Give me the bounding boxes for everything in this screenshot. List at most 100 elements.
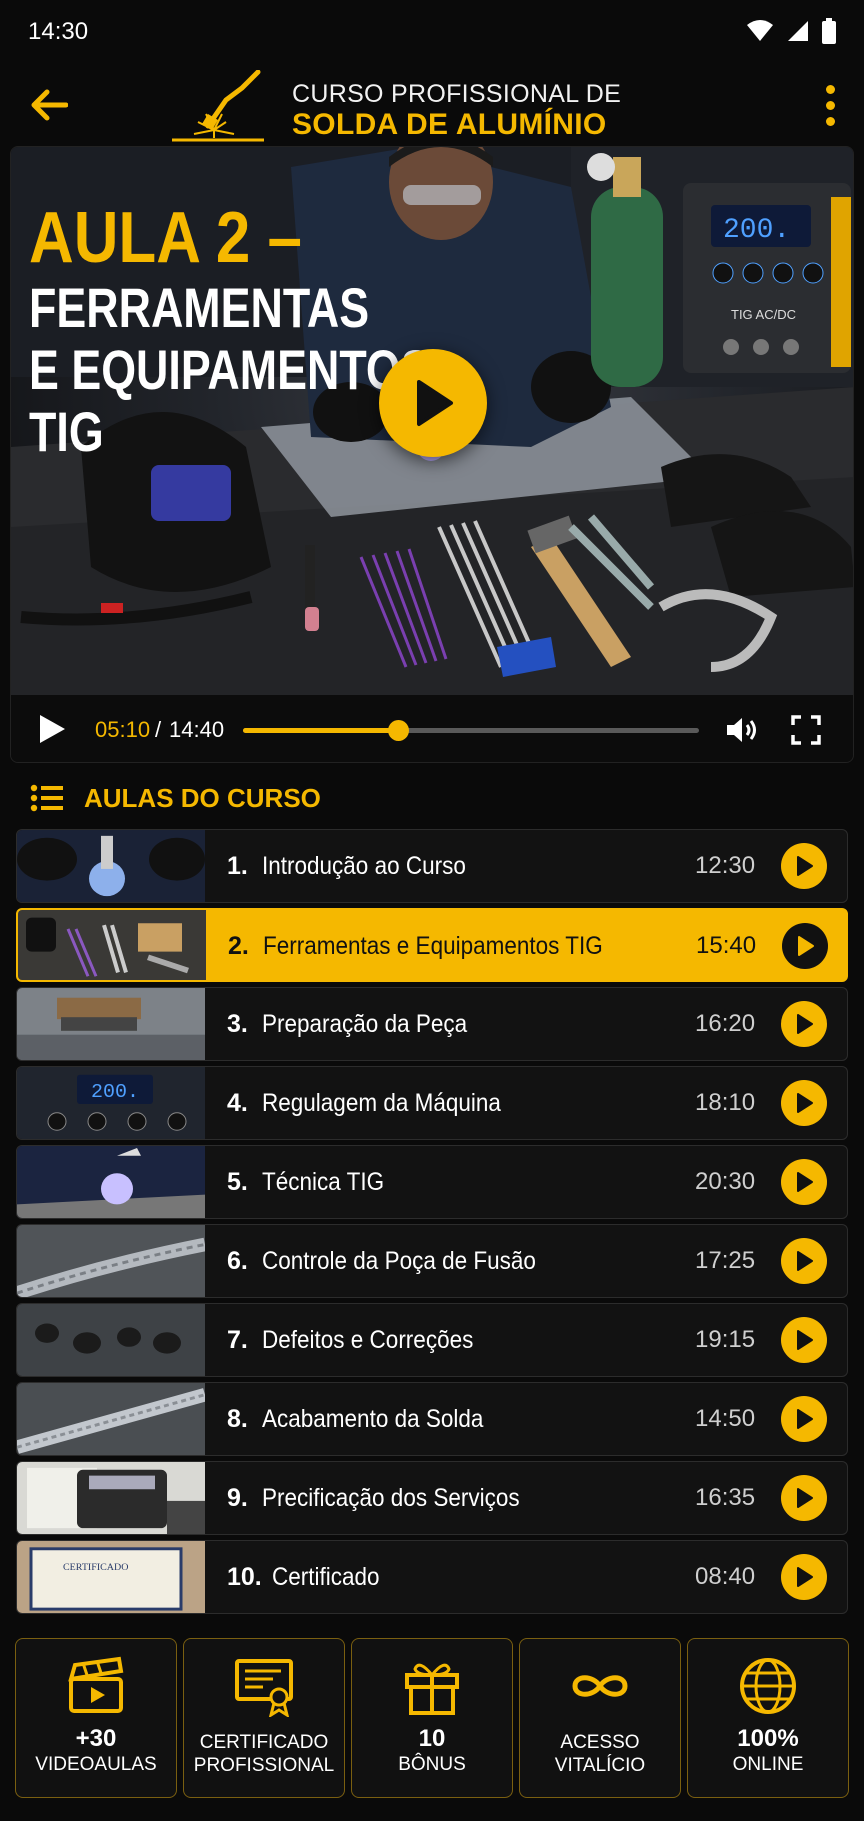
status-time: 14:30 — [28, 18, 89, 45]
play-icon — [797, 1251, 813, 1271]
welding-torch-logo-icon — [172, 70, 264, 142]
lesson-title: Regulagem da Máquina — [262, 1089, 501, 1117]
lesson-duration: 18:10 — [695, 1089, 756, 1116]
lesson-duration: 14:50 — [695, 1405, 756, 1432]
play-icon — [797, 1567, 813, 1587]
lesson-row[interactable]: 200. 4. Regulagem da Máquina 18:10 — [16, 1066, 848, 1140]
battery-icon — [822, 18, 836, 44]
lesson-duration: 16:20 — [695, 1010, 756, 1037]
lesson-number: 4. — [227, 1089, 248, 1117]
section-title: AULAS DO CURSO — [84, 782, 321, 813]
feature-label: ACESSO — [560, 1732, 640, 1753]
video-title-line4: TIG — [29, 400, 104, 463]
feature-label-line2: PROFISSIONAL — [193, 1755, 335, 1776]
lesson-play-button[interactable] — [782, 923, 828, 969]
play-icon — [797, 1409, 813, 1429]
lesson-duration: 16:35 — [695, 1484, 756, 1511]
video-title-line2: FERRAMENTAS — [29, 276, 370, 339]
features-bar: +30 VIDEOAULAS CERTIFICADO PROFISSIONAL 10 BÔ… — [15, 1638, 849, 1798]
feature-value: +30 — [75, 1725, 117, 1752]
wifi-icon — [747, 20, 773, 41]
lesson-number: 10. — [227, 1563, 262, 1591]
lesson-duration: 19:15 — [695, 1326, 756, 1353]
play-icon — [797, 1093, 813, 1113]
feature-label: VIDEOAULAS — [35, 1754, 157, 1775]
volume-icon[interactable] — [725, 715, 759, 745]
lesson-list: 1. Introdução ao Curso 12:30 2. Ferramentas … — [16, 829, 848, 1619]
video-title-line3: E EQUIPAMENTOS — [29, 338, 431, 401]
lesson-row[interactable]: 2. Ferramentas e Equipamentos TIG 15:40 — [16, 908, 848, 982]
lesson-number: 8. — [227, 1405, 248, 1433]
progress-bar[interactable] — [243, 720, 699, 741]
feature-label: CERTIFICADO — [199, 1732, 329, 1753]
globe-icon — [740, 1658, 796, 1714]
lesson-number: 6. — [227, 1247, 248, 1275]
time-separator: / — [155, 717, 162, 742]
lesson-play-button[interactable] — [781, 1554, 827, 1600]
play-icon — [417, 380, 453, 426]
lesson-thumbnail — [17, 1146, 205, 1218]
lesson-number: 3. — [227, 1010, 248, 1038]
lesson-number: 2. — [228, 932, 249, 960]
feature-value: 10 — [418, 1725, 446, 1752]
feature-value: 100% — [737, 1725, 799, 1752]
more-options-button[interactable] — [810, 78, 850, 132]
list-icon — [30, 784, 63, 812]
video-title-lesson: AULA 2 – — [29, 198, 302, 278]
lesson-number: 1. — [227, 852, 248, 880]
lesson-play-button[interactable] — [781, 1159, 827, 1205]
lesson-duration: 20:30 — [695, 1168, 756, 1195]
play-icon — [797, 1014, 813, 1034]
video-frame[interactable]: 200. TIG AC/DC AULA 2 – FERRAMENTAS E EQ… — [11, 147, 853, 695]
app-header: CURSO PROFISSIONAL DE SOLDA DE ALUMÍNIO — [0, 64, 864, 146]
lesson-duration: 15:40 — [696, 932, 757, 959]
video-title-subject: FERRAMENTAS E EQUIPAMENTOS TIG — [29, 277, 431, 463]
status-icons — [746, 18, 836, 44]
feature-card: ACESSO VITALÍCIO — [519, 1638, 681, 1798]
lesson-title: Defeitos e Correções — [262, 1326, 474, 1354]
lesson-row[interactable]: 5. Técnica TIG 20:30 — [16, 1145, 848, 1219]
lesson-duration: 12:30 — [695, 852, 756, 879]
infinity-icon — [572, 1675, 628, 1697]
play-icon[interactable] — [37, 713, 67, 745]
lesson-title: Precificação dos Serviços — [262, 1484, 520, 1512]
lesson-row[interactable]: 1. Introdução ao Curso 12:30 — [16, 829, 848, 903]
lesson-number: 9. — [227, 1484, 248, 1512]
lesson-play-button[interactable] — [781, 1238, 827, 1284]
lesson-play-button[interactable] — [781, 1001, 827, 1047]
arrow-left-icon — [31, 89, 68, 121]
lesson-play-button[interactable] — [781, 1475, 827, 1521]
lesson-row[interactable]: 9. Precificação dos Serviços 16:35 — [16, 1461, 848, 1535]
clapperboard-icon — [68, 1656, 124, 1713]
lesson-number: 5. — [227, 1168, 248, 1196]
progress-thumb[interactable] — [387, 720, 409, 741]
lesson-title: Ferramentas e Equipamentos TIG — [263, 932, 603, 960]
lesson-thumbnail — [17, 1462, 205, 1534]
total-time: 14:40 — [169, 717, 225, 742]
lesson-row[interactable]: 6. Controle da Poça de Fusão 17:25 — [16, 1224, 848, 1298]
lesson-row[interactable]: 8. Acabamento da Solda 14:50 — [16, 1382, 848, 1456]
center-play-button[interactable] — [379, 349, 487, 457]
lesson-duration: 08:40 — [695, 1563, 756, 1590]
lesson-title: Certificado — [272, 1563, 380, 1591]
header-title-line1: CURSO PROFISSIONAL DE — [292, 80, 622, 108]
back-button[interactable] — [24, 80, 74, 130]
lesson-title: Introdução ao Curso — [262, 852, 466, 880]
lesson-play-button[interactable] — [781, 1396, 827, 1442]
current-time: 05:10 — [95, 717, 151, 742]
lesson-play-button[interactable] — [781, 843, 827, 889]
machine-label-text: TIG AC/DC — [731, 307, 796, 322]
lesson-play-button[interactable] — [781, 1080, 827, 1126]
lesson-title: Técnica TIG — [262, 1168, 385, 1196]
play-icon — [797, 1488, 813, 1508]
lesson-title: Controle da Poça de Fusão — [262, 1247, 536, 1275]
lesson-row[interactable]: 3. Preparação da Peça 16:20 — [16, 987, 848, 1061]
lesson-play-button[interactable] — [781, 1317, 827, 1363]
feature-card: 10 BÔNUS — [351, 1638, 513, 1798]
progress-fill — [243, 728, 398, 733]
more-vertical-icon — [825, 84, 835, 94]
fullscreen-icon[interactable] — [791, 715, 821, 745]
gift-icon — [405, 1663, 459, 1715]
lesson-row[interactable]: CERTIFICADO 10. Certificado 08:40 — [16, 1540, 848, 1614]
lesson-row[interactable]: 7. Defeitos e Correções 19:15 — [16, 1303, 848, 1377]
